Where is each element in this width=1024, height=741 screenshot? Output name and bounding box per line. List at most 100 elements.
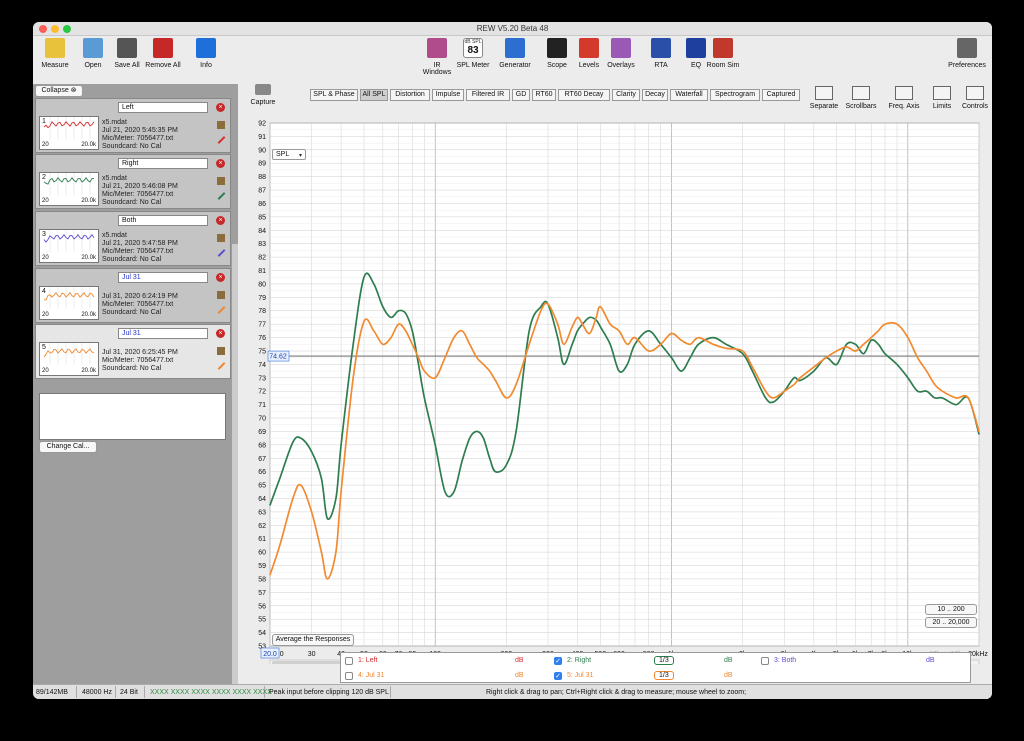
tab-decay[interactable]: Decay: [642, 89, 668, 101]
tab-rt60[interactable]: RT60: [532, 89, 556, 101]
delete-measurement-icon[interactable]: ×: [216, 216, 225, 225]
series-point: [680, 339, 682, 341]
smoothing-selector[interactable]: 1/3: [654, 656, 674, 665]
tool-limits-button[interactable]: Limits: [926, 86, 958, 110]
toolbar-ir-windows-button[interactable]: IR Windows: [419, 38, 455, 76]
toolbar-wrench-button[interactable]: Preferences: [946, 38, 988, 69]
series-point: [382, 306, 384, 308]
toolbar-rta-button[interactable]: RTA: [643, 38, 679, 69]
measurement-settings-icon[interactable]: [217, 177, 225, 185]
measurement-name-field[interactable]: Jul 31: [118, 328, 208, 339]
tab-spl-phase[interactable]: SPL & Phase: [310, 89, 358, 101]
delete-measurement-icon[interactable]: ×: [216, 103, 225, 112]
toolbar-levels-button[interactable]: Levels: [571, 38, 607, 69]
toolbar-scope-button[interactable]: Scope: [539, 38, 575, 69]
collapse-button[interactable]: Collapse ⊗: [35, 85, 83, 97]
smoothing-selector[interactable]: 1/3: [654, 671, 674, 680]
thumbnail-trace: [43, 230, 95, 252]
measurement-color-icon[interactable]: [217, 306, 226, 314]
delete-measurement-icon[interactable]: ×: [216, 329, 225, 338]
measurement-color-icon[interactable]: [217, 362, 226, 370]
measurement-date: Jul 31, 2020 6:25:45 PM: [102, 349, 178, 356]
measurement-color-icon[interactable]: [217, 136, 226, 144]
measurement-item[interactable]: Left × 1 20 20.0k x5.mdat Jul 21, 2020 5:45:35…: [35, 98, 231, 153]
y-tick-label: 63: [258, 509, 266, 516]
legend-checkbox[interactable]: [345, 672, 353, 680]
measurement-settings-icon[interactable]: [217, 291, 225, 299]
panel-splitter[interactable]: [232, 244, 238, 684]
tab-distortion[interactable]: Distortion: [390, 89, 430, 101]
measurement-name-field[interactable]: Right: [118, 158, 208, 169]
y-tick-label: 91: [258, 134, 266, 141]
y-tick-label: 81: [258, 268, 266, 275]
tool-freq-axis-button[interactable]: Freq. Axis: [885, 86, 923, 110]
tab-rt60-decay[interactable]: RT60 Decay: [558, 89, 610, 101]
tab-impulse[interactable]: Impulse: [432, 89, 464, 101]
delete-measurement-icon[interactable]: ×: [216, 159, 225, 168]
legend-checkbox[interactable]: ✓: [554, 672, 562, 680]
legend-checkbox[interactable]: [761, 657, 769, 665]
tool-controls-button[interactable]: Controls: [959, 86, 991, 110]
measurement-settings-icon[interactable]: [217, 347, 225, 355]
measurement-date: Jul 21, 2020 5:46:08 PM: [102, 183, 178, 190]
close-window-button[interactable]: [39, 25, 47, 33]
legend-checkbox[interactable]: [345, 657, 353, 665]
toolbar-measure-button[interactable]: Measure: [37, 38, 73, 69]
series-point: [352, 343, 354, 345]
zoom-window-button[interactable]: [63, 25, 71, 33]
measurement-color-icon[interactable]: [217, 192, 226, 200]
toolbar-save-button[interactable]: Save All: [109, 38, 145, 69]
thumb-axis-hi: 20.0k: [81, 142, 96, 148]
measurement-name-field[interactable]: Left: [118, 102, 208, 113]
y-tick-label: 54: [258, 630, 266, 637]
series-point: [609, 323, 611, 325]
tool-scrollbars-button[interactable]: Scrollbars: [845, 86, 877, 110]
legend-checkbox[interactable]: ✓: [554, 657, 562, 665]
tab-filtered-ir[interactable]: Filtered IR: [466, 89, 510, 101]
zoom-10-200-button[interactable]: 10 .. 200: [925, 604, 977, 615]
series-point: [482, 363, 484, 365]
change-cal-button[interactable]: Change Cal...: [39, 441, 97, 453]
tab-captured[interactable]: Captured: [762, 89, 800, 101]
measurement-settings-icon[interactable]: [217, 234, 225, 242]
capture-button[interactable]: Capture: [249, 84, 277, 106]
tool-separate-button[interactable]: Separate: [808, 86, 840, 110]
measurement-settings-icon[interactable]: [217, 121, 225, 129]
series-point: [907, 337, 909, 339]
spl-graph[interactable]: SPL9291908988878685848382818079787776757…: [243, 119, 992, 664]
tab-spectrogram[interactable]: Spectrogram: [710, 89, 760, 101]
toolbar-generator-button[interactable]: Generator: [497, 38, 533, 69]
zoom-20-20000-button[interactable]: 20 .. 20,000: [925, 617, 977, 628]
toolbar-spl-meter-button[interactable]: dB SPL 83 SPL Meter: [455, 38, 491, 69]
measurement-info: Jul 31, 2020 6:24:19 PM Mic/Meter: 705647…: [102, 293, 178, 317]
measurement-item[interactable]: Both × 3 20 20.0k x5.mdat Jul 21, 2020 5:47:58…: [35, 211, 231, 266]
measurement-item[interactable]: Jul 31 × 4 20 20.0k Jul 31, 2020 6:24:19 PM Mi…: [35, 268, 231, 323]
thumb-axis-lo: 20: [42, 198, 49, 204]
notes-area[interactable]: [39, 393, 226, 440]
measurement-thumbnail: 4 20 20.0k: [39, 286, 99, 320]
toolbar-overlays-button[interactable]: Overlays: [603, 38, 639, 69]
measurement-name-field[interactable]: Jul 31: [118, 272, 208, 283]
clip-meters: XXXX XXXX XXXX XXXX XXXX XXXX: [147, 686, 272, 698]
average-button[interactable]: Average the Responses: [272, 634, 354, 646]
tab-waterfall[interactable]: Waterfall: [670, 89, 708, 101]
tab-all-spl[interactable]: All SPL: [360, 89, 388, 101]
y-tick-label: 65: [258, 483, 266, 490]
series-point: [751, 370, 753, 372]
toolbar-room-sim-button[interactable]: Room Sim: [705, 38, 741, 69]
tab-clarity[interactable]: Clarity: [612, 89, 640, 101]
delete-measurement-icon[interactable]: ×: [216, 273, 225, 282]
toolbar-folder-button[interactable]: Open: [75, 38, 111, 69]
measurement-color-icon[interactable]: [217, 249, 226, 257]
measurement-item[interactable]: Right × 2 20 20.0k x5.mdat Jul 21, 2020 5:46:0…: [35, 154, 231, 209]
toolbar-label: Preferences: [948, 62, 986, 69]
toolbar-info-button[interactable]: Info: [188, 38, 224, 69]
series-point: [884, 323, 886, 325]
toolbar-remove-all-button[interactable]: Remove All: [145, 38, 181, 69]
measurement-item[interactable]: Jul 31 × 5 20 20.0k Jul 31, 2020 6:25:45 PM Mi…: [35, 324, 231, 379]
minimize-window-button[interactable]: [51, 25, 59, 33]
series-point: [557, 337, 559, 339]
legend-unit: dB: [515, 672, 524, 679]
measurement-name-field[interactable]: Both: [118, 215, 208, 226]
tab-gd[interactable]: GD: [512, 89, 530, 101]
